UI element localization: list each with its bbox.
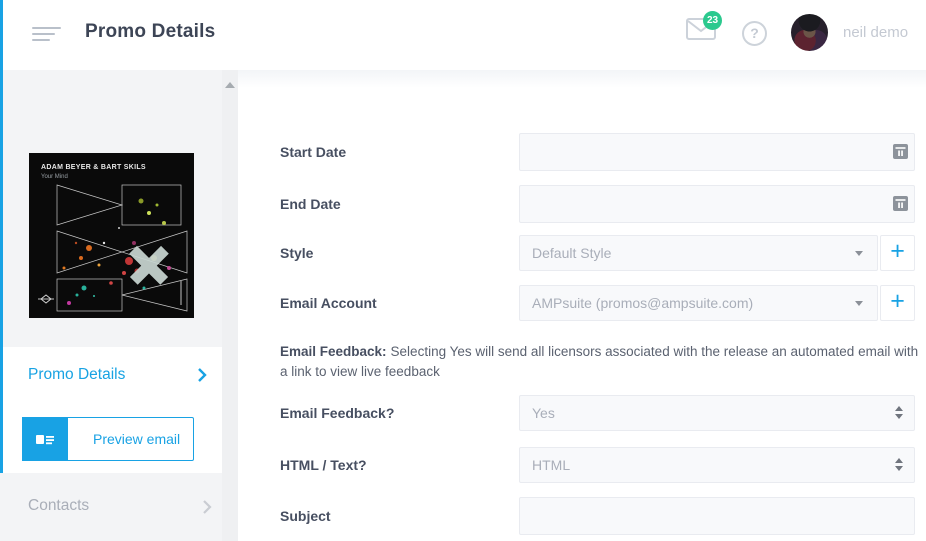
page-title: Promo Details — [85, 21, 216, 42]
email-preview-icon — [36, 434, 54, 444]
top-header: Promo Details 23 ? neil demo — [0, 0, 926, 70]
add-style-button[interactable]: + — [880, 235, 915, 271]
start-date-label: Start Date — [280, 144, 347, 160]
left-accent-stripe — [0, 0, 3, 473]
email-account-select[interactable]: AMPsuite (promos@ampsuite.com) — [519, 285, 878, 321]
sidebar-item-promo-details[interactable]: Promo Details — [0, 355, 222, 397]
sidebar-item-label: Promo Details — [28, 366, 126, 383]
style-label: Style — [280, 245, 314, 261]
sidebar-item-label: Contacts — [28, 497, 90, 514]
sidebar: ADAM BEYER & BART SKILS Your Mind Promo … — [0, 70, 238, 541]
email-account-select-value: AMPsuite (promos@ampsuite.com) — [532, 295, 754, 311]
caret-down-icon — [855, 301, 863, 306]
chevron-right-icon — [198, 368, 207, 382]
subject-input[interactable] — [519, 497, 915, 535]
album-artist: ADAM BEYER & BART SKILS — [41, 164, 146, 171]
sidebar-scrollbar[interactable] — [222, 70, 238, 541]
album-title: Your Mind — [41, 174, 68, 180]
sidebar-item-contacts[interactable]: Contacts — [0, 473, 222, 541]
start-date-input[interactable] — [519, 133, 915, 171]
email-feedback-select[interactable]: Yes — [519, 395, 915, 431]
user-avatar[interactable] — [791, 14, 828, 51]
mail-button[interactable]: 23 — [686, 11, 726, 52]
html-text-select[interactable]: HTML — [519, 447, 915, 483]
end-date-input[interactable] — [519, 185, 915, 223]
promo-details-page: Promo Details 23 ? neil demo ADAM BEYER … — [0, 0, 926, 541]
preview-email-button[interactable]: Preview email — [22, 417, 194, 461]
end-date-label: End Date — [280, 196, 341, 212]
add-email-account-button[interactable]: + — [880, 285, 915, 321]
sidebar-active-section: Promo Details Preview email — [0, 347, 222, 473]
select-stepper-icon — [895, 458, 903, 471]
html-text-select-value: HTML — [532, 457, 571, 473]
email-account-label: Email Account — [280, 295, 377, 311]
promo-details-form: Start Date End Date Style Default Style … — [238, 70, 926, 541]
html-text-label: HTML / Text? — [280, 457, 367, 473]
user-name[interactable]: neil demo — [843, 24, 908, 41]
help-icon[interactable]: ? — [742, 21, 767, 46]
style-select-value: Default Style — [532, 245, 612, 261]
select-stepper-icon — [895, 406, 903, 419]
email-feedback-note-bold: Email Feedback: — [280, 344, 387, 359]
caret-down-icon — [855, 251, 863, 256]
preview-email-label: Preview email — [93, 431, 181, 447]
preview-email-icon-cell — [22, 417, 68, 461]
email-feedback-select-value: Yes — [532, 405, 555, 421]
scroll-up-arrow-icon[interactable] — [225, 82, 235, 88]
release-artwork: ADAM BEYER & BART SKILS Your Mind — [29, 153, 194, 318]
email-feedback-label: Email Feedback? — [280, 405, 395, 421]
menu-hamburger-icon[interactable] — [32, 27, 62, 43]
chevron-right-icon — [203, 500, 212, 514]
subject-label: Subject — [280, 508, 331, 524]
mail-count-badge: 23 — [703, 11, 722, 30]
email-feedback-note: Email Feedback: Selecting Yes will send a… — [280, 342, 920, 382]
style-select[interactable]: Default Style — [519, 235, 878, 271]
